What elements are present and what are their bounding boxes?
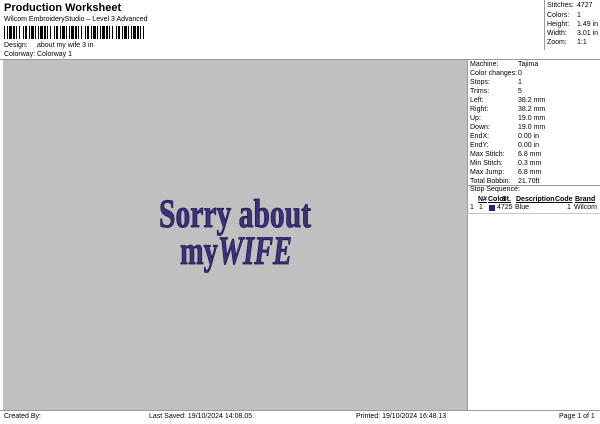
machine-info-row: Down: 19.0 mm (470, 124, 598, 133)
width-row: Width: 3.01 in (547, 30, 599, 39)
machine-info-row: Left: 38.2 mm (470, 97, 598, 106)
height-label: Height: (547, 21, 570, 28)
machine-info-row: EndX: 0.00 in (470, 133, 598, 142)
machine-info-value: 0 (518, 70, 522, 77)
zoom-label: Zoom: (547, 39, 567, 46)
machine-info-value: 0.00 in (518, 133, 540, 140)
machine-info-label: Down: (470, 124, 490, 131)
machine-info-row: Trims: 5 (470, 88, 598, 97)
machine-info-value: 5 (518, 88, 522, 95)
last-saved: Last Saved: 19/10/2024 14:08.05 (149, 413, 253, 420)
stitches-label: Stitches: (547, 2, 574, 9)
height-value: 1.49 in (577, 21, 599, 28)
machine-info-value: Tajima (518, 61, 539, 68)
machine-info-value: 19.0 mm (518, 124, 546, 131)
machine-info-label: Right: (470, 106, 489, 113)
machine-info-row: Color changes: 0 (470, 70, 598, 79)
machine-info-value: 19.0 mm (518, 115, 546, 122)
machine-info-row: EndY: 0.00 in (470, 142, 598, 151)
stitches-value: 4727 (577, 2, 593, 9)
col-stitches: St. (502, 196, 511, 203)
thread-brand: Wilcom (574, 204, 597, 211)
stop-number: 1 (470, 204, 474, 211)
width-label: Width: (547, 30, 567, 37)
height-row: Height: 1.49 in (547, 21, 599, 30)
machine-info-label: EndY: (470, 142, 489, 149)
created-by: Created By: (4, 413, 41, 420)
printed-date: Printed: 19/10/2024 16:48.13 (356, 413, 447, 420)
machine-info-label: Trims: (470, 88, 490, 95)
machine-info-value: 38.2 mm (518, 106, 546, 113)
machine-info-value: 0.3 mm (518, 160, 542, 167)
machine-info-value: 6.8 mm (518, 151, 542, 158)
stop-sequence-title: Stop Sequence: (470, 186, 520, 193)
color-swatch (489, 205, 495, 211)
colors-label: Colors: (547, 12, 570, 19)
design-text-my: my (180, 228, 218, 273)
machine-info-label: EndX: (470, 133, 490, 140)
machine-info-label: Left: (470, 97, 484, 104)
machine-info-row: Max Jump: 6.8 mm (470, 169, 598, 178)
colorway-label: Colorway: (4, 51, 36, 58)
design-text-line-2: myWIFE (180, 228, 292, 273)
stitch-count: 4725 (497, 204, 513, 211)
machine-info-value: 1 (518, 79, 522, 86)
col-n: N# (478, 196, 487, 203)
machine-info-row: Right: 38.2 mm (470, 106, 598, 115)
machine-info-label: Up: (470, 115, 481, 122)
col-description: Description (516, 196, 555, 203)
thread-code: 1 (567, 204, 571, 211)
machine-info-value: 38.2 mm (518, 97, 546, 104)
machine-info-row: Up: 19.0 mm (470, 115, 598, 124)
machine-info-label: Max Stitch: (470, 151, 505, 158)
stitches-row: Stitches: 4727 (547, 2, 599, 11)
machine-info-value: 0.00 in (518, 142, 540, 149)
barcode (4, 26, 144, 39)
machine-info-label: Color changes: (470, 70, 518, 77)
thread-description: Blue (515, 204, 530, 211)
zoom-row: Zoom: 1:1 (547, 39, 599, 48)
machine-info-label: Min Stitch: (470, 160, 503, 167)
design-preview: Sorry about myWIFE (3, 60, 467, 410)
machine-info-row: Stops: 1 (470, 79, 598, 88)
machine-info-value: 21.70ft (518, 178, 540, 185)
machine-info-label: Max Jump: (470, 169, 505, 176)
width-value: 3.01 in (577, 30, 599, 37)
machine-info-row: Min Stitch: 0.3 mm (470, 160, 598, 169)
design-name: about my wife 3 in (37, 42, 94, 49)
needle-number: 1 (479, 204, 483, 211)
colors-row: Colors: 1 (547, 12, 599, 21)
machine-info-row: Machine: Tajima (470, 61, 598, 70)
zoom-value: 1:1 (577, 39, 587, 46)
design-text-wife: WIFE (218, 228, 292, 273)
embroidery-design: Sorry about myWIFE (159, 191, 312, 274)
machine-info-value: 6.8 mm (518, 169, 542, 176)
colorway-name: Colorway 1 (37, 51, 73, 58)
page-number: Page 1 of 1 (559, 413, 595, 420)
machine-info-row: Max Stitch: 6.8 mm (470, 151, 598, 160)
machine-info-label: Machine: (470, 61, 499, 68)
machine-info-label: Total Bobbin: (470, 178, 511, 185)
design-label: Design: (4, 42, 28, 49)
software-name: Wilcom EmbroideryStudio – Level 3 Advanc… (4, 16, 148, 23)
col-brand: Brand (575, 196, 596, 203)
page-title: Production Worksheet (4, 2, 122, 14)
col-code: Code (555, 196, 573, 203)
colors-value: 1 (577, 12, 581, 19)
machine-info-label: Stops: (470, 79, 490, 86)
